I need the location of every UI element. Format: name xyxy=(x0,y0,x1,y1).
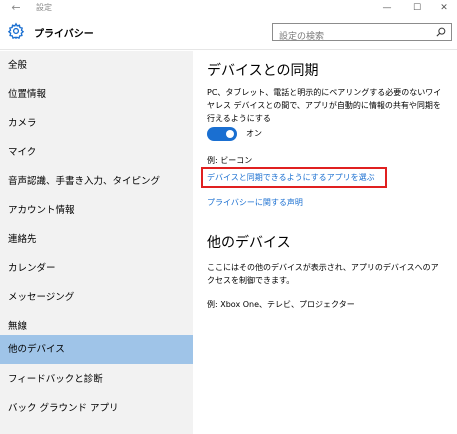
page-title: プライバシー xyxy=(34,29,94,40)
search-input[interactable] xyxy=(273,29,423,45)
toggle-knob xyxy=(226,130,234,138)
search-icon[interactable] xyxy=(436,27,446,37)
sidebar-item-calendar[interactable]: カレンダー xyxy=(0,254,193,283)
close-button[interactable]: ✕ xyxy=(430,0,457,16)
scrollbar[interactable] xyxy=(451,51,457,434)
other-devices-heading: 他のデバイス xyxy=(207,235,291,251)
sidebar-item-location[interactable]: 位置情報 xyxy=(0,80,193,109)
sidebar-item-contacts[interactable]: 連絡先 xyxy=(0,225,193,254)
sidebar-item-messaging[interactable]: メッセージング xyxy=(0,283,193,312)
settings-header: プライバシー xyxy=(0,16,457,50)
main-content: デバイスとの同期 PC、タブレット、電話と明示的にペアリングする必要のないワイヤ… xyxy=(193,51,457,434)
minimize-button[interactable]: — xyxy=(373,0,401,16)
choose-apps-link[interactable]: デバイスと同期できるようにするアプリを選ぶ xyxy=(207,172,375,183)
other-devices-example: 例: Xbox One、テレビ、プロジェクター xyxy=(207,300,355,309)
sync-description: PC、タブレット、電話と明示的にペアリングする必要のないワイヤレス デバイスとの… xyxy=(207,88,442,123)
sidebar-item-background-apps[interactable]: バック グラウンド アプリ xyxy=(0,394,193,423)
back-arrow-icon[interactable]: ← xyxy=(8,0,24,16)
sidebar-item-general[interactable]: 全般 xyxy=(0,51,193,80)
title-bar: ← 設定 — ☐ ✕ xyxy=(0,0,457,16)
sidebar-item-microphone[interactable]: マイク xyxy=(0,138,193,167)
sync-heading: デバイスとの同期 xyxy=(207,63,319,79)
search-box[interactable] xyxy=(272,23,452,45)
other-devices-description: ここにはその他のデバイスが表示され、アプリのデバイスへのアクセスを制御できます。 xyxy=(207,263,439,285)
sidebar-item-speech[interactable]: 音声認識、手書き入力、タイピング xyxy=(0,167,193,196)
privacy-statement-link[interactable]: プライバシーに関する声明 xyxy=(207,197,303,208)
gear-icon xyxy=(7,22,25,40)
sidebar-item-camera[interactable]: カメラ xyxy=(0,109,193,138)
window-title: 設定 xyxy=(36,3,52,12)
sidebar-item-account-info[interactable]: アカウント情報 xyxy=(0,196,193,225)
sidebar-item-feedback[interactable]: フィードバックと診断 xyxy=(0,365,193,394)
toggle-state-label: オン xyxy=(246,129,262,138)
sidebar-item-other-devices[interactable]: 他のデバイス xyxy=(0,335,193,364)
sidebar: 全般 位置情報 カメラ マイク 音声認識、手書き入力、タイピング アカウント情報… xyxy=(0,51,193,434)
maximize-button[interactable]: ☐ xyxy=(403,0,431,16)
sync-toggle[interactable] xyxy=(207,127,237,141)
sync-example: 例: ビーコン xyxy=(207,156,253,165)
